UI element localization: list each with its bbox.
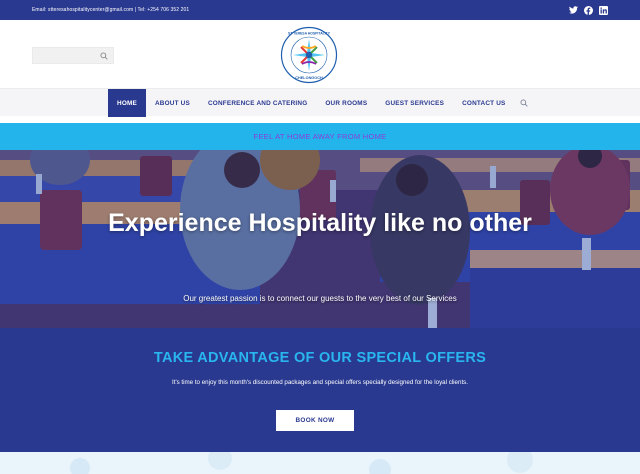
main-navigation: HOME ABOUT US CONFERENCE AND CATERING OU…: [0, 88, 640, 117]
top-bar: Email: stteresahospitalitycenter@gmail.c…: [0, 0, 640, 20]
pattern-decoration: [0, 452, 640, 474]
svg-text:CHELONGOCH: CHELONGOCH: [295, 76, 323, 80]
promo-banner: FEEL AT HOME AWAY FROM HOME: [0, 123, 640, 150]
header-search-input[interactable]: [32, 47, 114, 64]
twitter-icon[interactable]: [569, 6, 578, 15]
hero-subtitle: Our greatest passion is to connect our g…: [183, 294, 457, 303]
nav-item-our-rooms[interactable]: OUR ROOMS: [316, 89, 376, 117]
nav-item-guest-services[interactable]: GUEST SERVICES: [376, 89, 453, 117]
nav-item-about-us[interactable]: ABOUT US: [146, 89, 199, 117]
nav-item-home[interactable]: HOME: [108, 89, 146, 117]
svg-text:ST TERESA HOSPITALITY: ST TERESA HOSPITALITY: [288, 32, 331, 36]
banner-text: FEEL AT HOME AWAY FROM HOME: [253, 132, 387, 141]
contact-info: Email: stteresahospitalitycenter@gmail.c…: [32, 7, 190, 13]
linkedin-icon[interactable]: [599, 5, 608, 15]
facebook-icon[interactable]: [584, 5, 593, 15]
offers-title: TAKE ADVANTAGE OF OUR SPECIAL OFFERS: [153, 350, 487, 366]
nav-search-icon[interactable]: [517, 89, 531, 117]
social-links: [569, 5, 608, 15]
offers-description: It's time to enjoy this month's discount…: [172, 379, 468, 386]
special-offers-section: TAKE ADVANTAGE OF OUR SPECIAL OFFERS It'…: [0, 328, 640, 452]
site-logo[interactable]: ST TERESA HOSPITALITY CHELONGOCH: [280, 26, 338, 84]
nav-item-conference-and-catering[interactable]: CONFERENCE AND CATERING: [199, 89, 316, 117]
book-now-button[interactable]: BOOK NOW: [276, 410, 354, 431]
nav-item-contact-us[interactable]: CONTACT US: [453, 89, 514, 117]
search-icon[interactable]: [100, 47, 108, 65]
site-header: ST TERESA HOSPITALITY CHELONGOCH: [0, 20, 640, 88]
hero-title: Experience Hospitality like no other: [108, 209, 532, 237]
bottom-decorative-strip: [0, 452, 640, 474]
hero-section: Experience Hospitality like no other Our…: [0, 150, 640, 328]
